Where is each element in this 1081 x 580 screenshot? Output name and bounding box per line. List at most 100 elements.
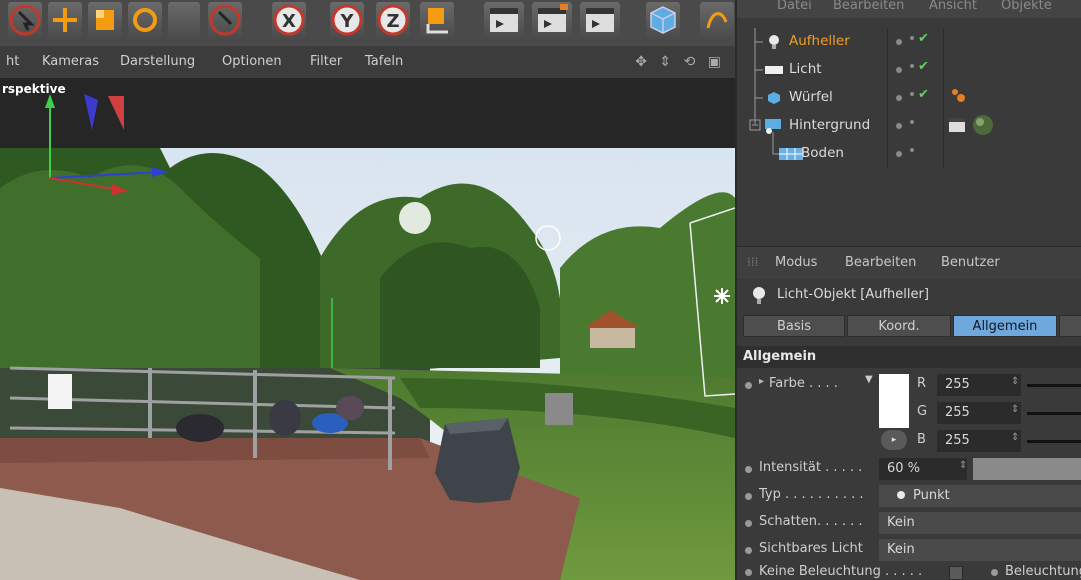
animation-dot[interactable] <box>745 382 752 389</box>
phong-tag-icon[interactable] <box>949 86 969 106</box>
render-visibility-dot[interactable] <box>910 36 914 40</box>
scale-tool-button[interactable] <box>88 2 122 38</box>
rotate-tool-button[interactable] <box>128 2 162 38</box>
viewport-camera-label[interactable]: rspektive <box>2 82 66 96</box>
grip-icon[interactable]: ⁞⁞⁞ <box>747 255 758 269</box>
svg-text:X: X <box>282 11 296 32</box>
expand-arrow-icon[interactable]: ▸ <box>759 376 764 387</box>
r-slider[interactable] <box>1027 384 1081 387</box>
object-name[interactable]: Licht <box>789 61 822 77</box>
prop-sichtbares-licht: Sichtbares Licht Kein <box>737 537 1081 563</box>
z-axis-lock-button[interactable]: Z <box>376 2 410 38</box>
menu-item-filter[interactable]: Filter <box>310 54 342 69</box>
r-value-field[interactable]: 255 <box>937 374 1021 396</box>
am-menu-modus[interactable]: Modus <box>775 255 817 270</box>
stepper-icon[interactable]: ⇕ <box>959 460 967 471</box>
compositing-tag-icon[interactable] <box>947 116 967 134</box>
render-visibility-dot[interactable] <box>910 64 914 68</box>
render-visibility-dot[interactable] <box>910 92 914 96</box>
prop-label: Intensität . . . . . <box>759 460 863 475</box>
tab-basis[interactable]: Basis <box>743 315 845 337</box>
object-row-hintergrund[interactable]: Hintergrund <box>737 112 1081 140</box>
stepper-icon[interactable]: ⇕ <box>1011 432 1019 443</box>
intensity-value-field[interactable]: 60 % <box>879 458 967 480</box>
om-menu-datei[interactable]: Datei <box>777 0 812 13</box>
visible-light-dropdown[interactable]: Kein <box>879 539 1081 561</box>
object-row-boden[interactable]: Boden <box>737 140 1081 168</box>
object-name[interactable]: Boden <box>801 145 844 161</box>
viewport-navigation-icons[interactable]: ✥ ⇕ ⟲ ▣ <box>635 54 725 70</box>
object-row-aufheller[interactable]: Aufheller ✔ <box>737 28 1081 56</box>
animation-dot[interactable] <box>991 569 998 576</box>
am-menu-bearbeiten[interactable]: Bearbeiten <box>845 255 916 270</box>
tab-allgemein[interactable]: Allgemein <box>953 315 1057 337</box>
menu-item-optionen[interactable]: Optionen <box>222 54 282 69</box>
shadow-dropdown[interactable]: Kein <box>879 512 1081 534</box>
object-row-licht[interactable]: Licht ✔ <box>737 56 1081 84</box>
coordinate-system-button[interactable] <box>420 2 454 38</box>
enabled-check-icon[interactable]: ✔ <box>918 31 929 46</box>
intensity-slider[interactable] <box>973 458 1081 480</box>
clapperboard-icon <box>490 8 518 32</box>
live-selection-button[interactable] <box>208 2 242 38</box>
object-name[interactable]: Würfel <box>789 89 833 105</box>
no-lighting-checkbox[interactable] <box>949 566 963 580</box>
am-menu-benutzer[interactable]: Benutzer <box>941 255 1000 270</box>
color-dropdown-arrow[interactable]: ▼ <box>865 374 873 385</box>
stepper-icon[interactable]: ⇕ <box>1011 404 1019 415</box>
editor-visibility-dot[interactable] <box>896 67 902 73</box>
om-menu-bearbeiten[interactable]: Bearbeiten <box>833 0 904 13</box>
x-axis-lock-button[interactable]: X <box>272 2 306 38</box>
editor-visibility-dot[interactable] <box>896 151 902 157</box>
editor-visibility-dot[interactable] <box>896 123 902 129</box>
stepper-icon[interactable]: ⇕ <box>1011 376 1019 387</box>
move-tool-button[interactable] <box>48 2 82 38</box>
texture-tag-icon[interactable] <box>971 114 995 136</box>
object-tags <box>943 112 1081 140</box>
object-tags <box>943 84 1081 112</box>
move-cursor-tool-button[interactable] <box>8 2 42 38</box>
animation-dot[interactable] <box>745 466 752 473</box>
scale-icon <box>96 10 114 30</box>
om-menu-objekte[interactable]: Objekte <box>1001 0 1052 13</box>
render-visibility-dot[interactable] <box>910 148 914 152</box>
animation-dot[interactable] <box>745 493 752 500</box>
spline-tool-button[interactable] <box>700 2 734 38</box>
type-dropdown[interactable]: Punkt <box>879 485 1081 507</box>
animation-dot[interactable] <box>745 520 752 527</box>
color-swatch[interactable] <box>879 374 909 428</box>
enabled-check-icon[interactable]: ✔ <box>918 87 929 102</box>
x-axis-icon: X <box>273 4 305 36</box>
b-slider[interactable] <box>1027 440 1081 443</box>
object-row-wuerfel[interactable]: Würfel ✔ <box>737 84 1081 112</box>
om-menu-ansicht[interactable]: Ansicht <box>929 0 977 13</box>
object-flags: ✔ <box>887 28 944 56</box>
g-value-field[interactable]: 255 <box>937 402 1021 424</box>
prop-intensitaet: Intensität . . . . . 60 % ⇕ <box>737 456 1081 482</box>
object-name[interactable]: Aufheller <box>789 33 850 49</box>
color-mode-toggle[interactable]: ▸ <box>881 430 907 450</box>
g-slider[interactable] <box>1027 412 1081 415</box>
move-plus-icon <box>53 8 77 32</box>
rotate-icon <box>133 8 157 32</box>
object-name[interactable]: Hintergrund <box>789 117 870 133</box>
render-to-picture-viewer-button[interactable] <box>532 2 572 38</box>
b-value-field[interactable]: 255 <box>937 430 1021 452</box>
editor-visibility-dot[interactable] <box>896 39 902 45</box>
cube-primitive-button[interactable] <box>646 2 680 38</box>
enabled-check-icon[interactable]: ✔ <box>918 59 929 74</box>
menu-item-ansicht[interactable]: ht <box>6 54 19 69</box>
3d-viewport[interactable]: rspektive <box>0 78 735 580</box>
menu-item-kameras[interactable]: Kameras <box>42 54 99 69</box>
menu-item-tafeln[interactable]: Tafeln <box>365 54 403 69</box>
editor-visibility-dot[interactable] <box>896 95 902 101</box>
tab-overflow[interactable] <box>1059 315 1081 337</box>
animation-dot[interactable] <box>745 547 752 554</box>
y-axis-lock-button[interactable]: Y <box>330 2 364 38</box>
render-view-button[interactable] <box>484 2 524 38</box>
tab-koord[interactable]: Koord. <box>847 315 951 337</box>
animation-dot[interactable] <box>745 569 752 576</box>
menu-item-darstellung[interactable]: Darstellung <box>120 54 195 69</box>
render-visibility-dot[interactable] <box>910 120 914 124</box>
render-settings-button[interactable] <box>580 2 620 38</box>
